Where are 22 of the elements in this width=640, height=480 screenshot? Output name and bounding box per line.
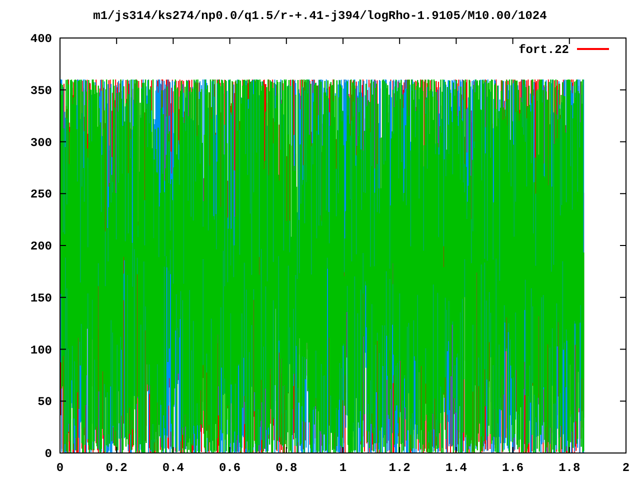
x-tick-label: 1.2 <box>388 461 410 475</box>
y-tick-label: 100 <box>30 343 52 358</box>
x-tick-label: 1 <box>339 461 347 475</box>
x-tick-label: 0.8 <box>276 461 298 475</box>
legend-label: fort.22 <box>518 43 569 57</box>
chart-title: m1/js314/ks274/np0.0/q1.5/r-+.41-j394/logRho-1.9105/M10.00/1024 <box>93 9 547 23</box>
y-tick-label: 50 <box>38 395 52 410</box>
x-tick-label: 1.4 <box>445 461 467 475</box>
x-tick-label: 0.2 <box>106 461 128 475</box>
x-tick-label: 1.8 <box>558 461 580 475</box>
y-tick-label: 150 <box>30 291 52 306</box>
x-tick-label: 0 <box>56 461 64 475</box>
y-tick-label: 400 <box>30 32 52 46</box>
y-tick-label: 350 <box>30 84 52 98</box>
y-tick-label: 200 <box>30 240 52 254</box>
y-tick-label: 300 <box>30 136 52 150</box>
y-tick-label: 0 <box>44 447 52 461</box>
x-tick-label: 0.6 <box>219 461 241 475</box>
y-tick-label: 250 <box>30 188 52 202</box>
x-tick-label: 0.4 <box>162 461 184 475</box>
x-tick-label: 1.6 <box>502 461 524 475</box>
x-tick-label: 2 <box>622 461 630 475</box>
